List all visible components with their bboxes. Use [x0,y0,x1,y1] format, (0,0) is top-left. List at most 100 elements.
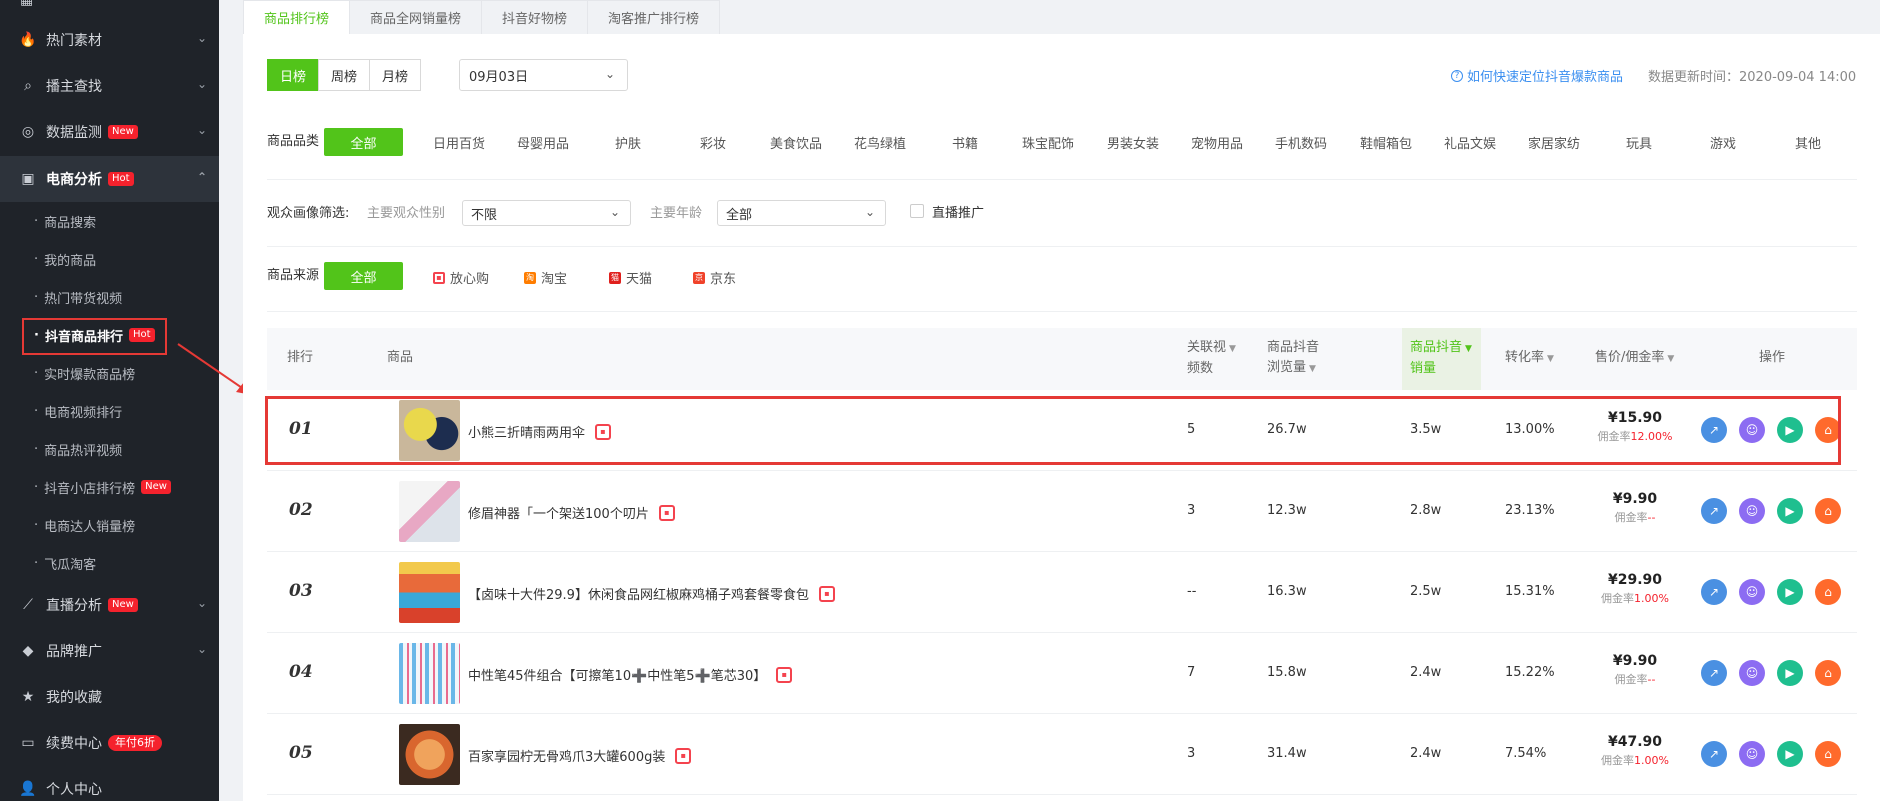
gender-select[interactable]: 不限 ⌄ [462,200,631,226]
live-promo-checkbox[interactable] [910,204,924,218]
trend-chart-icon[interactable]: ↗ [1701,741,1727,767]
commission-label: 佣金率 [1614,673,1648,686]
videos-count: 3 [1187,503,1196,518]
category-option[interactable]: 花鸟绿植 [854,128,906,156]
category-option[interactable]: 其他 [1795,128,1821,156]
th-views[interactable]: 商品抖音 浏览量 ▼ [1267,338,1319,379]
anchor-icon[interactable]: ☺ [1739,741,1765,767]
category-option[interactable]: 护肤 [615,128,641,156]
sub-item-label: 商品热评视频 [44,443,123,459]
category-option[interactable]: 日用百货 [433,128,485,156]
tab-douyin-goods[interactable]: 抖音好物榜 [481,0,589,34]
category-option[interactable]: 鞋帽箱包 [1360,128,1412,156]
age-select[interactable]: 全部 ⌄ [717,200,886,226]
trend-chart-icon[interactable]: ↗ [1701,660,1727,686]
trend-chart-icon[interactable]: ↗ [1701,498,1727,524]
category-option[interactable]: 珠宝配饰 [1022,128,1074,156]
th-conversion[interactable]: 转化率 ▼ [1505,348,1554,369]
sub-item-hot-videos[interactable]: · 热门带货视频 [0,278,219,316]
sidebar-item-ecommerce[interactable]: ▣ 电商分析 Hot ⌃ [0,156,219,202]
date-picker[interactable]: 09月03日 ⌄ [459,59,628,91]
trend-chart-icon[interactable]: ↗ [1701,579,1727,605]
category-option[interactable]: 宠物用品 [1191,128,1243,156]
product-thumbnail[interactable] [399,724,460,785]
tab-product-ranking[interactable]: 商品排行榜 [243,0,351,34]
category-option[interactable]: 家居家纺 [1528,128,1580,156]
sidebar-item-renewal[interactable]: ▭ 续费中心 年付6折 [0,720,219,766]
sub-item-kol-sales[interactable]: · 电商达人销量榜 [0,506,219,544]
category-option[interactable]: 书籍 [952,128,978,156]
period-month-button[interactable]: 月榜 [369,59,422,91]
sub-item-label: 我的商品 [44,253,97,269]
sidebar-item-label: 个人中心 [46,782,102,798]
period-week-button[interactable]: 周榜 [318,59,371,91]
shop-icon[interactable]: ⌂ [1815,579,1841,605]
category-option[interactable]: 母婴用品 [517,128,569,156]
wallet-icon: ▭ [21,735,35,751]
anchor-icon[interactable]: ☺ [1739,579,1765,605]
anchor-icon[interactable]: ☺ [1739,660,1765,686]
table-row[interactable]: 03 【卤味十大件29.9】休闲食品网红椒麻鸡桶子鸡套餐零食包 ▪ -- 16.3… [267,552,1857,633]
period-day-button[interactable]: 日榜 [267,59,320,91]
discount-badge: 年付6折 [108,735,162,751]
category-option[interactable]: 美食饮品 [770,128,822,156]
source-fangxingou[interactable]: ▪ 放心购 [433,268,489,287]
source-jd[interactable]: 京京东 [693,268,736,287]
category-option[interactable]: 男装女装 [1107,128,1159,156]
source-all[interactable]: 全部 [324,262,403,290]
sub-item-product-search[interactable]: · 商品搜索 [0,202,219,240]
table-row[interactable]: 05 百家享园柠无骨鸡爪3大罐600g装 ▪ 3 31.4w 2.4w 7.54%… [267,714,1857,795]
tab-taoke-ranking[interactable]: 淘客推广排行榜 [587,0,721,34]
th-sales-line1: 商品抖音 [1410,340,1463,355]
sidebar-item-data-monitor[interactable]: ◎ 数据监测 New ⌄ [0,109,219,155]
sidebar-item-favorites[interactable]: ★ 我的收藏 [0,674,219,720]
category-all[interactable]: 全部 [324,128,403,156]
sub-item-label: 电商视频排行 [44,405,123,421]
category-option[interactable]: 彩妆 [700,128,726,156]
th-sales[interactable]: 商品抖音 ▼ 销量 [1410,338,1472,379]
table-row[interactable]: 04 中性笔45件组合【可擦笔10➕中性笔5➕笔芯30】 ▪ 7 15.8w 2.… [267,633,1857,714]
category-option[interactable]: 手机数码 [1275,128,1327,156]
product-name[interactable]: 修眉神器「一个架送100个叨片 ▪ [468,503,675,522]
tab-network-sales[interactable]: 商品全网销量榜 [349,0,483,34]
shop-icon[interactable]: ⌂ [1815,741,1841,767]
sidebar-item-profile[interactable]: 👤 个人中心 [0,766,219,801]
sidebar-item-label: 播主查找 [46,79,102,95]
category-option[interactable]: 玩具 [1626,128,1652,156]
table-header: 排行 商品 关联视 ▼ 频数 商品抖音 浏览量 ▼ 商品抖音 ▼ 销量 转化率 ▼ 售价… [267,328,1857,390]
sub-item-shop-ranking[interactable]: · 抖音小店排行榜 New [0,468,219,506]
th-price[interactable]: 售价/佣金率 ▼ [1595,348,1674,369]
sidebar-item-anchor-search[interactable]: ⌕ 播主查找 ⌄ [0,63,219,109]
source-taobao[interactable]: 淘淘宝 [524,268,567,287]
row-actions: ↗ ☺ ▶ ⌂ [1701,498,1853,524]
category-option[interactable]: 游戏 [1710,128,1736,156]
sub-item-my-products[interactable]: · 我的商品 [0,240,219,278]
video-play-icon[interactable]: ▶ [1777,660,1803,686]
video-play-icon[interactable]: ▶ [1777,498,1803,524]
video-play-icon[interactable]: ▶ [1777,741,1803,767]
product-name[interactable]: 百家享园柠无骨鸡爪3大罐600g装 ▪ [468,746,692,765]
sidebar-item-hot-material[interactable]: 🔥 热门素材 ⌄ [0,17,219,63]
sub-item-hot-comment-videos[interactable]: · 商品热评视频 [0,430,219,468]
product-thumbnail[interactable] [399,562,460,623]
source-tmall[interactable]: 猫天猫 [609,268,652,287]
product-thumbnail[interactable] [399,481,460,542]
help-link[interactable]: ? 如何快速定位抖音爆款商品 [1451,66,1623,85]
product-name[interactable]: 【卤味十大件29.9】休闲食品网红椒麻鸡桶子鸡套餐零食包 ▪ [468,584,835,603]
shop-icon[interactable]: ⌂ [1815,498,1841,524]
age-label: 主要年龄 [650,206,703,221]
product-thumbnail[interactable] [399,643,460,704]
product-name[interactable]: 中性笔45件组合【可擦笔10➕中性笔5➕笔芯30】 ▪ [468,665,793,684]
shop-icon[interactable]: ⌂ [1815,660,1841,686]
sales-count: 2.4w [1410,665,1442,680]
th-videos[interactable]: 关联视 ▼ 频数 [1187,338,1236,379]
sidebar-item-live-analysis[interactable]: ⟋ 直播分析 New ⌄ [0,582,219,628]
sub-item-feigua-taoke[interactable]: · 飞瓜淘客 [0,544,219,582]
video-play-icon[interactable]: ▶ [1777,579,1803,605]
table-row[interactable]: 02 修眉神器「一个架送100个叨片 ▪ 3 12.3w 2.8w 23.13% … [267,471,1857,552]
sidebar-item-brand[interactable]: ◆ 品牌推广 ⌄ [0,628,219,674]
chevron-down-icon: ⌄ [609,205,620,219]
category-option[interactable]: 礼品文娱 [1444,128,1496,156]
anchor-icon[interactable]: ☺ [1739,498,1765,524]
diamond-icon: ◆ [22,643,34,659]
